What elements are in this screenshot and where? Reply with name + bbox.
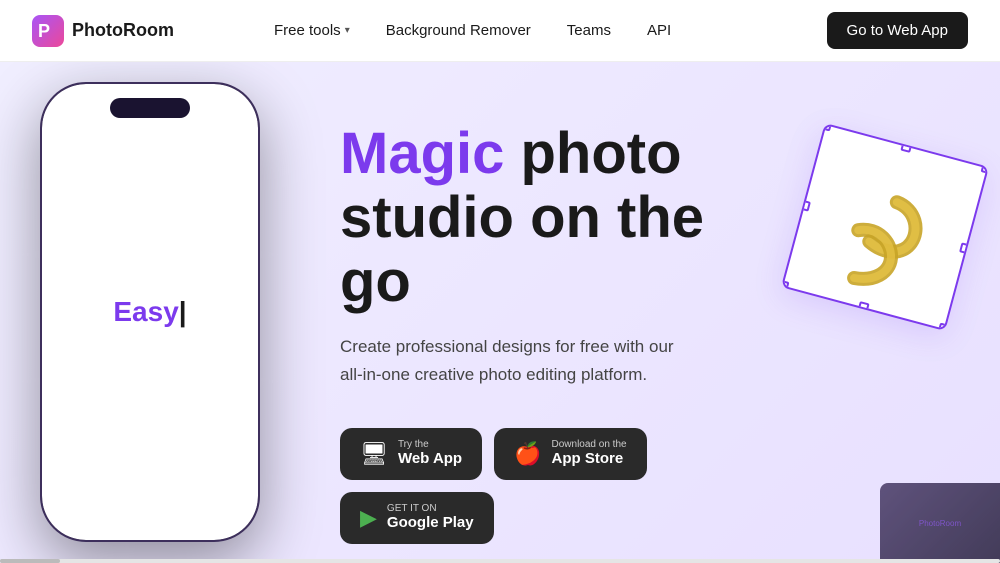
selection-handle-tr: [981, 162, 990, 174]
jewelry-floating-element: ↻: [780, 112, 980, 342]
monitor-icon: 🖥: [360, 441, 388, 467]
apple-icon: 🍎: [514, 441, 541, 467]
go-to-web-app-button[interactable]: Go to Web App: [827, 12, 968, 49]
selection-handle-br: [938, 323, 950, 332]
hero-section: Easy| Magic photostudio on the go Create…: [0, 62, 1000, 563]
navbar: P PhotoRoom Free tools ▾ Background Remo…: [0, 0, 1000, 62]
hero-title: Magic photostudio on the go: [340, 122, 780, 313]
hero-subtitle: Create professional designs for free wit…: [340, 333, 700, 387]
try-web-app-button[interactable]: 🖥 Try the Web App: [340, 428, 482, 480]
phone-screen: Easy|: [42, 84, 258, 540]
selection-handle-mr: [959, 242, 971, 254]
phone-mockup: Easy|: [40, 82, 300, 563]
phone-screen-text: Easy|: [113, 296, 186, 328]
selection-handle-bl: [781, 280, 790, 292]
download-app-store-button[interactable]: 🍎 Download on the App Store: [494, 428, 646, 480]
nav-background-remover[interactable]: Background Remover: [386, 22, 531, 39]
nav-links: Free tools ▾ Background Remover Teams AP…: [274, 22, 671, 39]
svg-text:P: P: [38, 21, 50, 41]
hero-cta-buttons: 🖥 Try the Web App 🍎 Download on the App …: [340, 428, 780, 544]
scrollbar[interactable]: [0, 559, 1000, 563]
logo[interactable]: P PhotoRoom: [32, 15, 174, 47]
nav-teams[interactable]: Teams: [567, 22, 611, 39]
chevron-down-icon: ▾: [345, 25, 350, 36]
laptop-screen: PhotoRoom: [880, 483, 1000, 563]
logo-text: PhotoRoom: [72, 20, 174, 41]
photoroom-logo-icon: P: [32, 15, 64, 47]
hero-title-accent: Magic: [340, 121, 504, 186]
nav-free-tools[interactable]: Free tools ▾: [274, 22, 350, 39]
hero-content: Magic photostudio on the go Create profe…: [340, 122, 780, 544]
laptop-mockup-hint: PhotoRoom: [880, 483, 1000, 563]
rotate-handle: ↻: [847, 316, 869, 331]
selection-handle-ml: [799, 199, 811, 211]
google-play-icon: ▶: [360, 505, 377, 531]
get-google-play-button[interactable]: ▶ GET IT ON Google Play: [340, 492, 494, 544]
phone-device: Easy|: [40, 82, 260, 542]
phone-notch: [110, 98, 190, 118]
scrollbar-thumb[interactable]: [0, 559, 60, 563]
selection-handle-bm: [857, 301, 869, 313]
nav-api[interactable]: API: [647, 22, 671, 39]
jewelry-card: ↻: [781, 123, 989, 331]
phone-power-button: [258, 184, 260, 234]
earring-image: [805, 147, 964, 306]
selection-handle-tm: [900, 141, 912, 153]
selection-handle-tl: [820, 123, 832, 132]
